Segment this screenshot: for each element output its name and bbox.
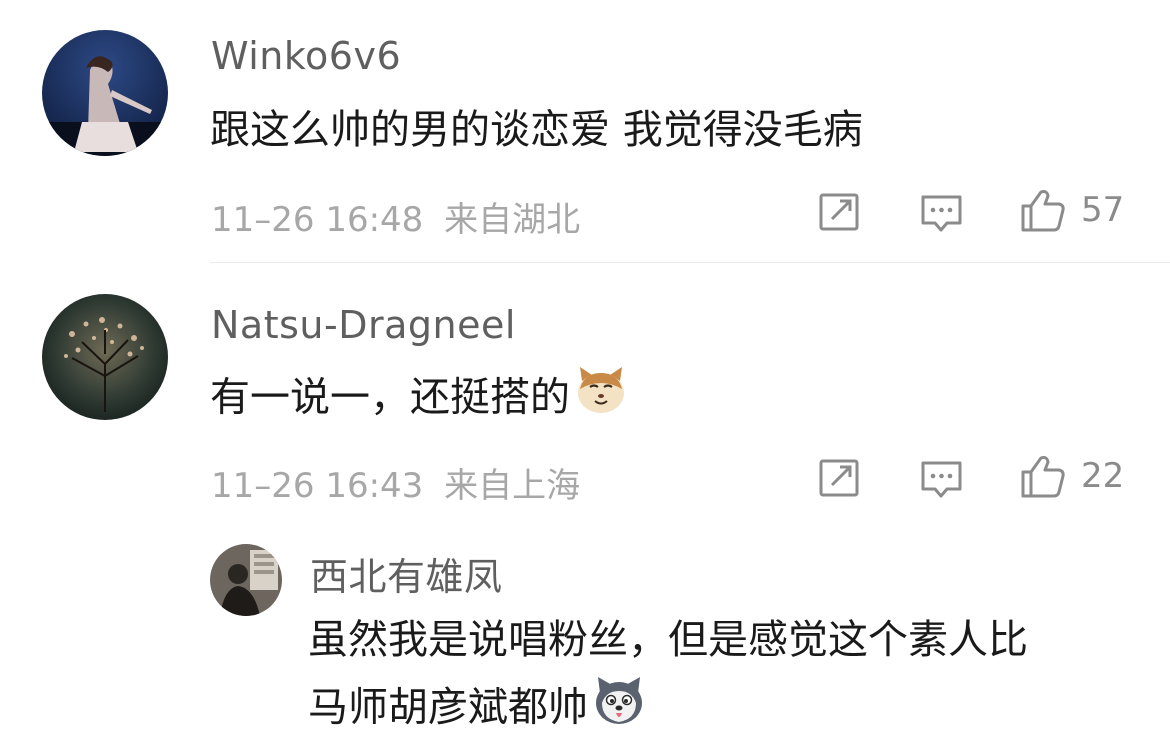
- thumbs-up-icon: [1021, 190, 1065, 232]
- comment-icon: [921, 461, 962, 498]
- reply-button[interactable]: [920, 459, 964, 501]
- timestamp: 11–26 16:43: [211, 466, 424, 506]
- reply-button[interactable]: [920, 193, 964, 235]
- reply-text-line-1: 虽然我是说唱粉丝，但是感觉这个素人比: [308, 617, 1028, 663]
- share-icon: [819, 459, 859, 497]
- reply-text-content: 马师胡彦斌都帅: [308, 684, 588, 731]
- comment-meta: 11–26 16:43 来自上海: [211, 458, 580, 507]
- comment-text: 有一说一，还挺搭的: [210, 363, 628, 436]
- reply-text-line-2: 马师胡彦斌都帅: [308, 673, 646, 746]
- reply-item: 西北有雄凤 虽然我是说唱粉丝，但是感觉这个素人比 马师胡彦斌都帅: [0, 533, 1170, 744]
- comment-item: Natsu-Dragneel 有一说一，还挺搭的 11–26 16:43 来自上…: [0, 263, 1170, 533]
- share-button[interactable]: [818, 458, 862, 498]
- username[interactable]: 西北有雄凤: [310, 546, 503, 601]
- comment-icon: [921, 195, 962, 232]
- share-icon: [819, 193, 859, 231]
- comment-meta: 11–26 16:48 来自湖北: [211, 192, 580, 241]
- comment-item: Winko6v6 跟这么帅的男的谈恋爱 我觉得没毛病 11–26 16:48 来…: [0, 0, 1170, 262]
- like-button[interactable]: 57: [1019, 186, 1124, 234]
- like-button[interactable]: 22: [1019, 452, 1124, 500]
- location: 来自上海: [444, 466, 581, 506]
- timestamp: 11–26 16:48: [211, 200, 424, 240]
- like-count: 22: [1081, 456, 1125, 496]
- comment-text: 跟这么帅的男的谈恋爱 我觉得没毛病: [210, 107, 863, 153]
- username[interactable]: Winko6v6: [211, 34, 401, 78]
- avatar[interactable]: [210, 544, 282, 616]
- husky-emoji: [592, 673, 646, 746]
- avatar[interactable]: [42, 30, 168, 156]
- comment-text-content: 有一说一，还挺搭的: [210, 374, 570, 421]
- cat-face-emoji: [574, 363, 628, 436]
- location: 来自湖北: [444, 200, 581, 240]
- username[interactable]: Natsu-Dragneel: [211, 303, 516, 347]
- like-count: 57: [1081, 190, 1125, 230]
- share-button[interactable]: [818, 192, 862, 232]
- thumbs-up-icon: [1021, 456, 1065, 498]
- avatar[interactable]: [42, 294, 168, 420]
